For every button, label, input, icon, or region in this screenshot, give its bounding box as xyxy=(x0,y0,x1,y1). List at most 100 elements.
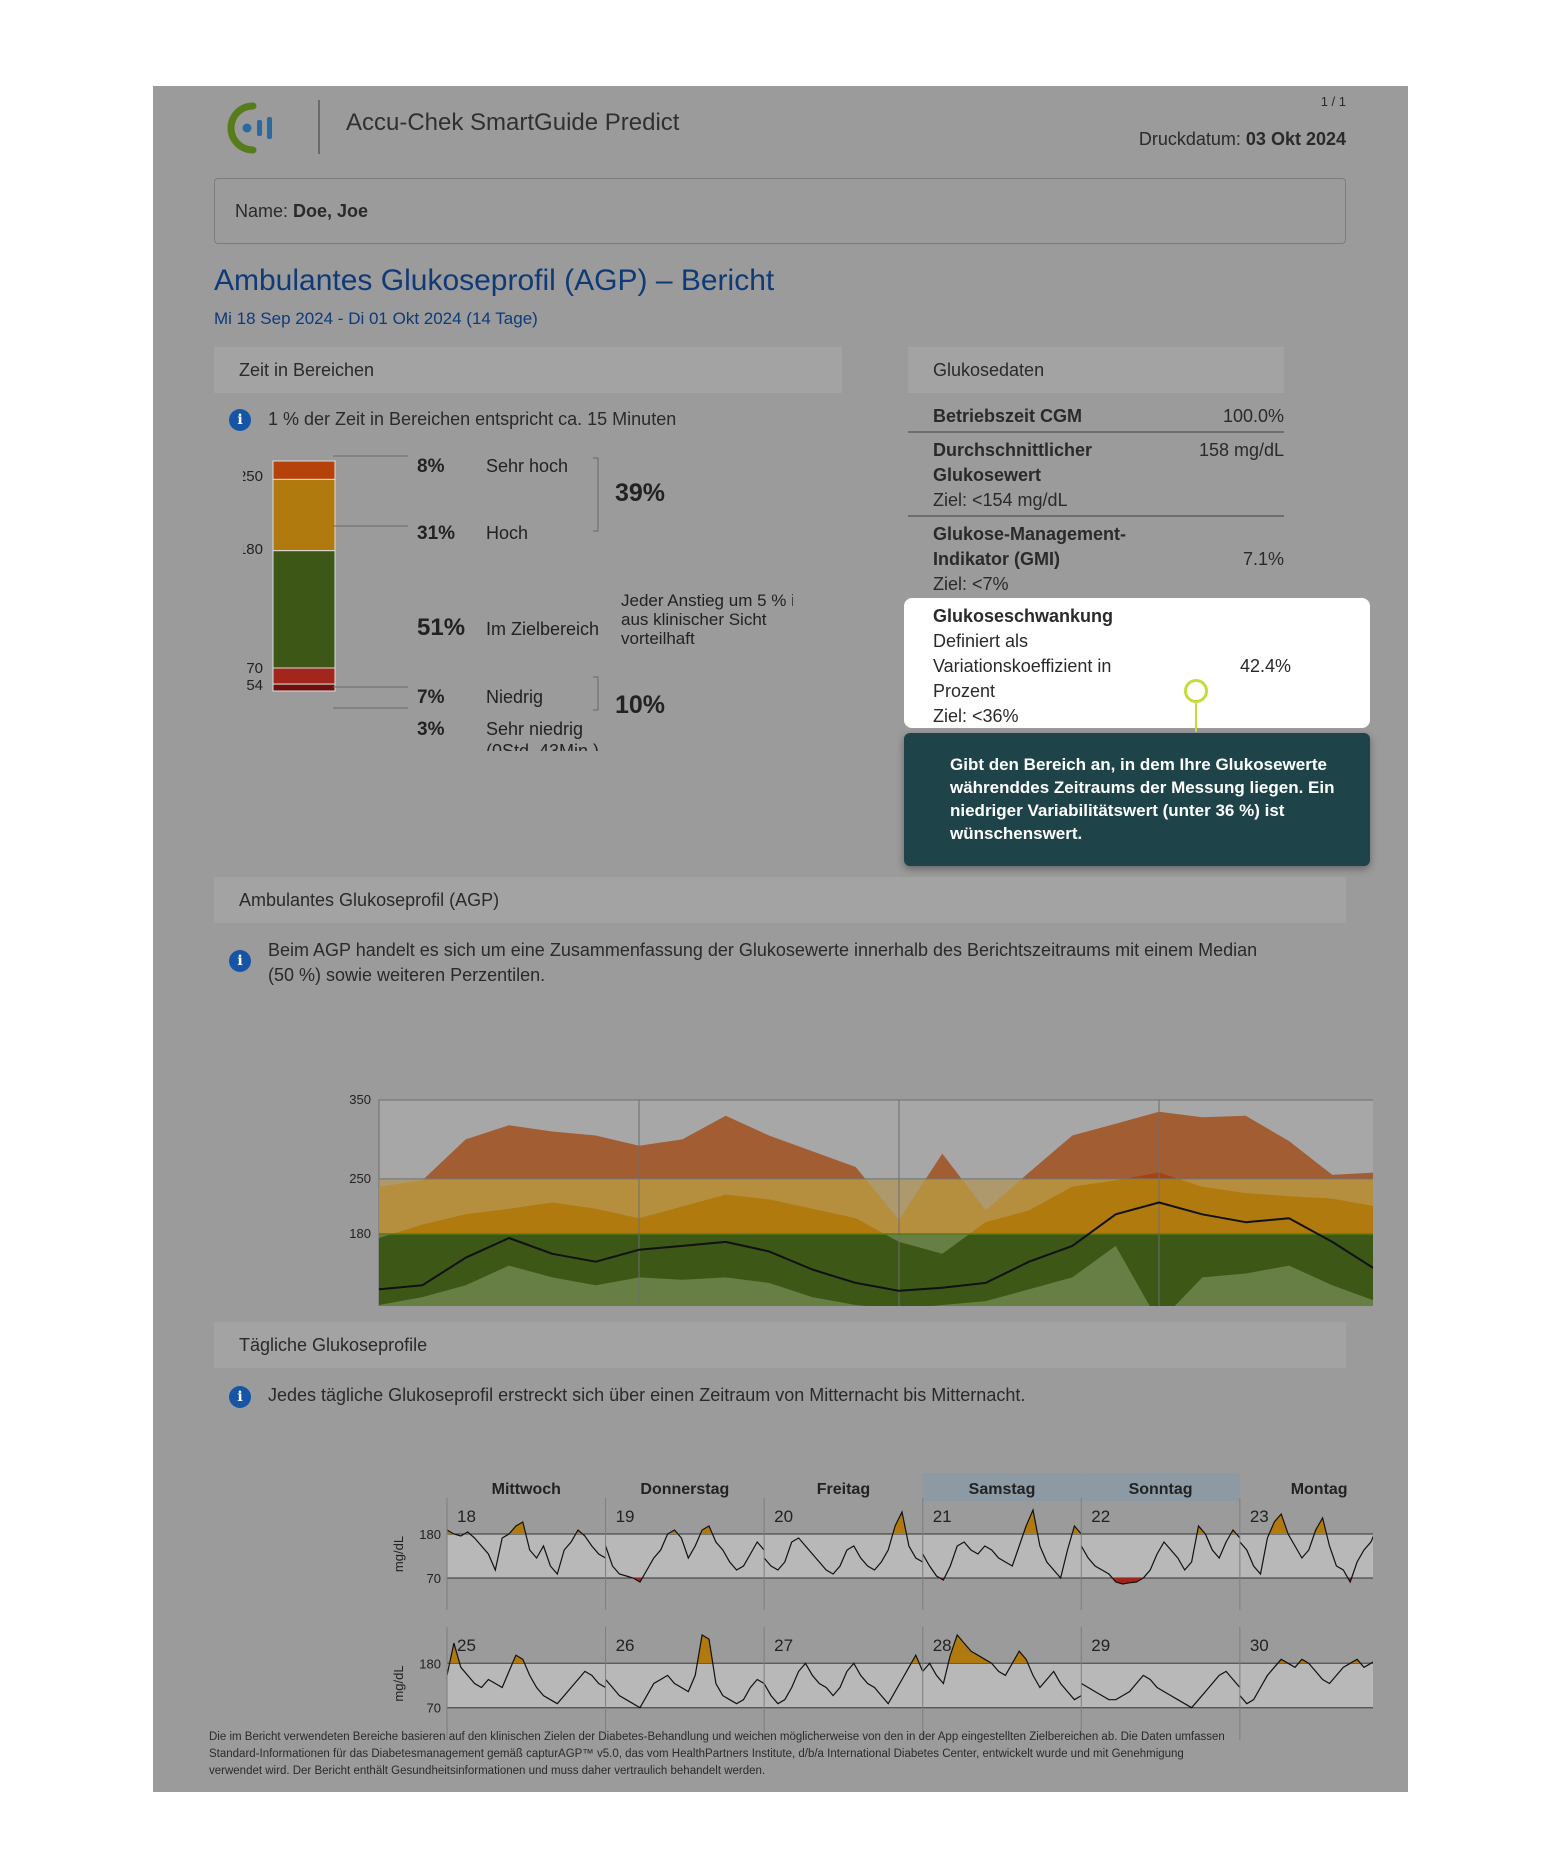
tir-tick-54: 54 xyxy=(246,677,263,694)
agp-y-tick: 180 xyxy=(349,1226,371,1241)
app-logo-icon xyxy=(227,102,272,154)
tooltip-line-4: wünschenswert. xyxy=(950,824,1083,843)
tooltip-line-1: Gibt den Bereich an, in dem Ihre Glukose… xyxy=(950,755,1327,774)
cgm-label: Betriebszeit CGM xyxy=(933,406,1083,426)
tir-tick-70: 70 xyxy=(246,660,263,677)
agp-header: Ambulantes Glukoseprofil (AGP) xyxy=(214,877,1346,923)
daily-header: Tägliche Glukoseprofile xyxy=(214,1322,1346,1368)
page-counter: 1 / 1 xyxy=(1320,94,1346,109)
tooltip-pointer xyxy=(1195,703,1197,732)
daily-tick-180: 180 xyxy=(419,1527,441,1542)
tir-bar-high xyxy=(272,478,336,552)
day-name-2: Donnerstag xyxy=(640,1481,729,1498)
header-divider xyxy=(318,100,320,154)
low-label: Niedrig xyxy=(486,687,543,707)
time-in-ranges-header: Zeit in Bereichen xyxy=(214,347,842,393)
day-number: 21 xyxy=(933,1507,952,1526)
print-date-value: 03 Okt 2024 xyxy=(1245,129,1346,149)
target-note-line-1: Jeder Anstieg um 5 % ist xyxy=(621,591,793,610)
tir-bar-target xyxy=(272,550,336,669)
footer-line-3: verwendet wird. Der Bericht enthält Gesu… xyxy=(209,1765,766,1777)
tooltip-anchor-icon[interactable] xyxy=(1184,679,1208,703)
target-range-band xyxy=(447,1663,1373,1708)
tir-tick-180: 180 xyxy=(243,541,263,558)
app-name: Accu-Chek SmartGuide Predict xyxy=(346,109,680,136)
variability-desc-3: Prozent xyxy=(933,681,996,701)
day-number: 27 xyxy=(774,1636,793,1655)
tooltip-line-3: niedriger Variabilitätswert (unter 36 %)… xyxy=(950,801,1285,820)
footer-line-2: Standard-Informationen für das Diabetesm… xyxy=(209,1748,1184,1760)
report-page: 1 / 1 Accu-Chek SmartGuide Predict Druck… xyxy=(153,86,1408,1792)
name-value: Doe, Joe xyxy=(293,201,369,221)
target-label: Im Zielbereich xyxy=(486,619,599,639)
daily-info-text: Jedes tägliche Glukoseprofil erstreckt s… xyxy=(268,1385,1026,1405)
variability-value: 42.4% xyxy=(1239,656,1291,676)
divider xyxy=(908,515,1284,517)
print-date-label: Druckdatum: xyxy=(1138,129,1241,149)
variability-title: Glukoseschwankung xyxy=(933,606,1114,626)
avg-value: 158 mg/dL xyxy=(1198,440,1284,460)
day-number: 29 xyxy=(1091,1636,1110,1655)
day-number: 26 xyxy=(616,1636,635,1655)
print-date: Druckdatum: 03 Okt 2024 xyxy=(1139,129,1346,150)
day-name-3: Freitag xyxy=(817,1481,870,1498)
tir-bar-very_low xyxy=(272,683,336,692)
very-low-percent: 3% xyxy=(417,719,445,740)
variability-card[interactable]: Glukoseschwankung Definiert als Variatio… xyxy=(904,598,1370,728)
very-low-label: Sehr niedrig xyxy=(486,719,583,739)
target-note-line-2: aus klinischer Sicht xyxy=(621,610,767,629)
day-name-1: Mittwoch xyxy=(492,1481,561,1498)
tir-info-text: 1 % der Zeit in Bereichen entspricht ca.… xyxy=(268,409,677,429)
tir-bar-low xyxy=(272,667,336,685)
info-icon[interactable]: i xyxy=(229,409,251,431)
footer-line-1: Die im Bericht verwendeten Bereiche basi… xyxy=(209,1731,1225,1743)
low-total: 10% xyxy=(615,691,665,719)
daily-profiles-chart: Mittwoch Donnerstag Freitag Samstag Sonntag M… xyxy=(391,1473,1373,1740)
tir-bar-very_high xyxy=(272,460,336,480)
variability-desc-1: Definiert als xyxy=(933,631,1029,651)
very-high-percent: 8% xyxy=(417,456,445,477)
high-total: 39% xyxy=(615,479,665,507)
gmi-target: Ziel: <7% xyxy=(933,574,1009,594)
agp-y-tick: 250 xyxy=(349,1171,371,1186)
divider xyxy=(908,431,1284,433)
daily-tick-180: 180 xyxy=(419,1656,441,1671)
footer-disclaimer: Die im Bericht verwendeten Bereiche basi… xyxy=(209,1729,1225,1780)
target-range-band xyxy=(447,1534,1373,1578)
target-note-line-3: vorteilhaft xyxy=(621,629,695,648)
section-title: Zeit in Bereichen xyxy=(239,360,375,380)
tir-tick-250: 250 xyxy=(243,468,263,485)
day-number: 25 xyxy=(457,1636,476,1655)
section-title: Tägliche Glukoseprofile xyxy=(239,1335,428,1355)
info-icon[interactable]: i xyxy=(229,1386,251,1408)
day-number: 28 xyxy=(933,1636,952,1655)
time-in-range-chart: 250 180 70 54 8% Sehr hoch 31% Hoch 51% … xyxy=(243,455,793,751)
tooltip-line-2: währenddes Zeitraums der Messung liegen.… xyxy=(950,778,1335,797)
day-number: 22 xyxy=(1091,1507,1110,1526)
info-icon[interactable]: i xyxy=(229,950,251,972)
cgm-value: 100.0% xyxy=(1222,406,1284,426)
day-number: 19 xyxy=(616,1507,635,1526)
report-period: Mi 18 Sep 2024 - Di 01 Okt 2024 (14 Tage… xyxy=(214,309,538,328)
section-title: Ambulantes Glukoseprofil (AGP) xyxy=(239,890,500,910)
gmi-label-1: Glukose-Management- xyxy=(933,524,1127,544)
day-number: 30 xyxy=(1250,1636,1269,1655)
day-name-5: Sonntag xyxy=(1129,1481,1193,1498)
very-low-duration: (0Std. 43Min.) xyxy=(486,741,599,751)
target-percent: 51% xyxy=(417,614,465,641)
daily-unit-label: mg/dL xyxy=(391,1665,406,1701)
gmi-label-2: Indikator (GMI) xyxy=(933,549,1060,569)
name-label: Name: xyxy=(235,201,289,221)
glucose-data-header: Glukosedaten xyxy=(908,347,1284,393)
day-number: 23 xyxy=(1250,1507,1269,1526)
report-title: Ambulantes Glukoseprofil (AGP) – Bericht xyxy=(214,264,775,297)
day-number: 18 xyxy=(457,1507,476,1526)
high-label: Hoch xyxy=(486,523,528,543)
agp-info-line-2: (50 %) sowie weiteren Perzentilen. xyxy=(268,965,546,985)
daily-tick-70: 70 xyxy=(427,1571,441,1586)
variability-tooltip: Gibt den Bereich an, in dem Ihre Glukose… xyxy=(904,733,1370,866)
day-name-6: Montag xyxy=(1291,1481,1348,1498)
low-percent: 7% xyxy=(417,687,445,708)
daily-tick-70: 70 xyxy=(427,1701,441,1716)
gmi-value: 7.1% xyxy=(1242,549,1284,569)
